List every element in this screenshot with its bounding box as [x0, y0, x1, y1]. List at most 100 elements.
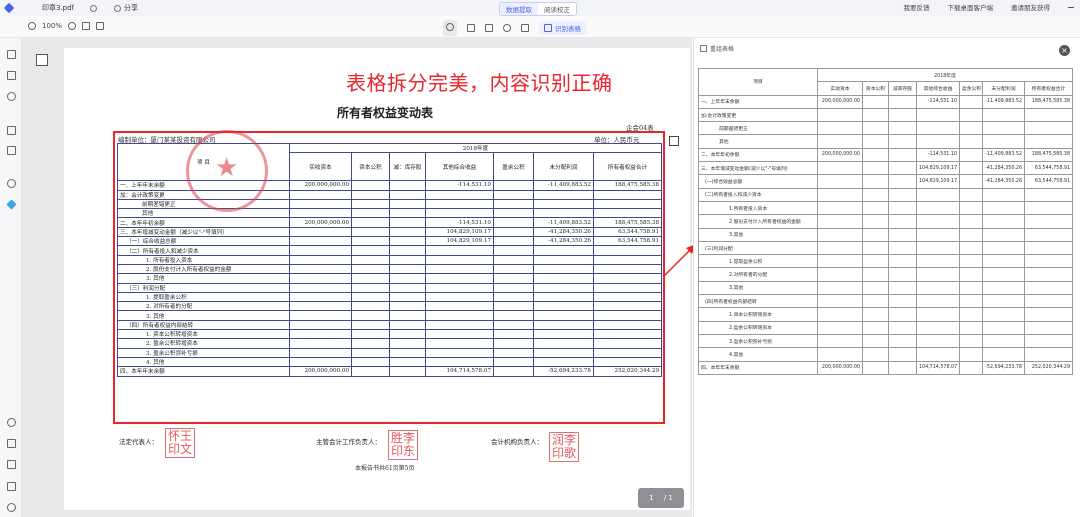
zoom-in-icon[interactable] [68, 22, 77, 30]
zoom-level[interactable]: 100% [42, 22, 62, 30]
table-cell[interactable] [1023, 187, 1074, 202]
table-cell[interactable] [1023, 107, 1074, 123]
fit-page-icon[interactable] [96, 22, 105, 30]
table-cell[interactable] [862, 147, 889, 163]
table-cell[interactable]: -114,531.10 [916, 94, 960, 109]
table-cell[interactable] [916, 280, 960, 296]
page-current[interactable]: 1 [649, 494, 653, 502]
table-cell[interactable] [959, 161, 983, 176]
volume-icon[interactable] [7, 482, 16, 491]
row-label[interactable]: 前期差错更正 [698, 121, 818, 136]
camera-icon[interactable] [503, 24, 511, 32]
table-cell[interactable] [817, 214, 863, 229]
settings-icon[interactable] [7, 503, 16, 512]
table-cell[interactable] [959, 360, 983, 375]
table-cell[interactable] [982, 187, 1025, 202]
row-label[interactable]: 3.盈余公积弥补亏损 [698, 333, 818, 349]
table-cell[interactable] [916, 134, 960, 149]
headset-icon[interactable] [7, 418, 16, 427]
table-cell[interactable]: -11,409,883.52 [982, 147, 1025, 163]
invite-link[interactable]: 邀请朋友获得 [1011, 2, 1050, 12]
table-cell[interactable] [862, 227, 889, 242]
table-cell[interactable] [888, 121, 917, 136]
file-name[interactable]: 印章3.pdf [42, 3, 74, 13]
row-label[interactable]: 其他 [698, 134, 818, 149]
table-cell[interactable] [982, 200, 1025, 216]
page-thumbnail-icon[interactable] [36, 54, 48, 66]
table-cell[interactable]: 63,544,758.91 [1023, 174, 1074, 189]
table-cell[interactable] [916, 333, 960, 349]
table-cell[interactable] [1023, 333, 1074, 349]
table-cell[interactable] [916, 107, 960, 123]
table-cell[interactable] [862, 161, 889, 176]
table-cell[interactable] [959, 347, 983, 362]
table-cell[interactable] [888, 107, 917, 123]
table-cell[interactable] [862, 174, 889, 189]
table-cell[interactable] [959, 227, 983, 242]
table-cell[interactable] [959, 280, 983, 296]
table-cell[interactable] [817, 161, 863, 176]
table-cell[interactable] [959, 147, 983, 163]
table-cell[interactable] [959, 121, 983, 136]
table-cell[interactable] [916, 200, 960, 216]
header-col[interactable]: 资本公积 [862, 81, 889, 96]
table-cell[interactable] [959, 94, 983, 109]
table-cell[interactable] [982, 134, 1025, 149]
table-cell[interactable] [817, 307, 863, 322]
table-cell[interactable] [888, 134, 917, 149]
table-cell[interactable]: -114,531.10 [916, 147, 960, 163]
table-cell[interactable] [982, 307, 1025, 322]
copy-icon[interactable] [669, 136, 679, 146]
table-cell[interactable] [1023, 121, 1074, 136]
table-cell[interactable] [862, 214, 889, 229]
row-label[interactable]: 4.其他 [698, 347, 818, 362]
table-cell[interactable]: -41,284,350.26 [982, 174, 1025, 189]
page-navigator[interactable]: 1 / 1 [638, 488, 684, 508]
table-cell[interactable] [959, 134, 983, 149]
table-cell[interactable] [862, 134, 889, 149]
table-cell[interactable] [982, 254, 1025, 269]
table-cell[interactable] [888, 94, 917, 109]
row-label[interactable]: 3.其他 [698, 227, 818, 242]
table-cell[interactable] [817, 320, 863, 335]
table-cell[interactable] [862, 320, 889, 335]
table-cell[interactable]: 188,475,585.38 [1023, 94, 1074, 109]
table-cell[interactable] [888, 294, 917, 309]
table-cell[interactable]: 104,714,578.07 [916, 360, 960, 375]
row-label[interactable]: 1.所有者投入资本 [698, 200, 818, 216]
table-cell[interactable] [888, 333, 917, 349]
row-label[interactable]: 3.其他 [698, 280, 818, 296]
table-cell[interactable] [982, 333, 1025, 349]
table-cell[interactable] [982, 294, 1025, 309]
row-label[interactable]: 二、本年年初余额 [698, 147, 818, 163]
view-toggle[interactable] [443, 20, 457, 36]
table-cell[interactable] [817, 333, 863, 349]
table-cell[interactable] [862, 307, 889, 322]
table-cell[interactable] [1023, 214, 1074, 229]
table-cell[interactable] [982, 121, 1025, 136]
note-icon[interactable] [7, 439, 16, 448]
table-cell[interactable] [817, 280, 863, 296]
row-label[interactable]: 2.股份支付计入所有者权益的金额 [698, 214, 818, 229]
table-cell[interactable] [982, 240, 1025, 256]
header-item[interactable]: 项目 [698, 68, 818, 96]
table-cell[interactable] [862, 240, 889, 256]
table-cell[interactable] [1023, 307, 1074, 322]
table-cell[interactable] [916, 347, 960, 362]
table-cell[interactable] [817, 121, 863, 136]
table-cell[interactable] [916, 240, 960, 256]
table-cell[interactable] [888, 254, 917, 269]
row-label[interactable]: (四)所有者权益内部结转 [698, 294, 818, 309]
table-cell[interactable] [888, 214, 917, 229]
table-cell[interactable] [888, 347, 917, 362]
table-cell[interactable] [888, 147, 917, 163]
row-label[interactable]: 2.对所有者的分配 [698, 267, 818, 282]
book-icon[interactable] [7, 460, 16, 469]
table-cell[interactable] [888, 227, 917, 242]
table-cell[interactable] [888, 200, 917, 216]
table-cell[interactable]: 200,000,000.00 [817, 94, 863, 109]
table-cell[interactable] [1023, 227, 1074, 242]
row-label[interactable]: 2.盈余公积转增资本 [698, 320, 818, 335]
table-cell[interactable] [862, 94, 889, 109]
row-label[interactable]: (二)所有者投入和减少资本 [698, 187, 818, 202]
